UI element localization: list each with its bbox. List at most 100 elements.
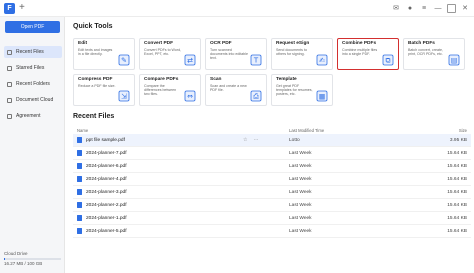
column-header-name[interactable]: Name	[77, 128, 88, 133]
tool-title: Template	[276, 77, 297, 82]
tool-description: Compare the differences between two file…	[144, 84, 177, 97]
table-row[interactable]: 2024-planner-1.pdf Last Week 15.64 KB	[73, 212, 471, 225]
sidebar-item-document-cloud[interactable]: Document Cloud	[4, 94, 62, 106]
tool-tile-edit[interactable]: Edit Edit texts and images in a file dire…	[73, 38, 135, 70]
tool-tile-request-esign[interactable]: Request eSign Send documents to others fo…	[271, 38, 333, 70]
more-icon[interactable]: ⋯	[253, 137, 258, 143]
tool-description: Edit texts and images in a file directly…	[78, 48, 113, 57]
tool-tile-compare-pdfs[interactable]: Compare PDFs Compare the differences betw…	[139, 74, 201, 106]
file-size: 3.95 KB	[449, 138, 467, 143]
menu-icon[interactable]: ≡	[419, 3, 429, 15]
tool-title: Scan	[210, 77, 222, 82]
sidebar-item-recent-files[interactable]: Recent Files	[4, 46, 62, 58]
file-name: 2024-planner-5.pdf	[86, 229, 127, 234]
tool-tile-convert-pdf[interactable]: Convert PDF Convert PDFs to Word, Excel, …	[139, 38, 201, 70]
open-pdf-button[interactable]: Open PDF	[5, 21, 60, 33]
maximize-icon[interactable]	[447, 4, 456, 13]
file-name: 2024-planner-7.pdf	[86, 151, 127, 156]
file-name: 2024-planner-1.pdf	[86, 216, 127, 221]
file-size: 15.64 KB	[447, 164, 467, 169]
app-window: F + ✉ ● ≡ — ✕ Open PDF Recent Files Star…	[0, 0, 474, 273]
tool-tile-scan[interactable]: Scan Scan and create a new PDF file. ⎙	[205, 74, 267, 106]
svg-text:⎙: ⎙	[253, 93, 259, 101]
svg-text:⧉: ⧉	[386, 57, 391, 65]
file-size: 15.64 KB	[447, 229, 467, 234]
star-icon	[7, 65, 12, 71]
storage-bar	[4, 258, 61, 260]
file-size: 15.64 KB	[447, 177, 467, 182]
new-tab-button[interactable]: +	[19, 2, 25, 14]
pdf-file-icon	[77, 202, 82, 208]
storage-bar-fill	[4, 258, 6, 260]
star-icon[interactable]: ☆	[243, 137, 247, 143]
recent-files-title: Recent Files	[73, 113, 115, 120]
table-row[interactable]: 2024-planner-3.pdf Last Week 15.64 KB	[73, 186, 471, 199]
message-icon[interactable]: ✉	[391, 3, 401, 15]
svg-text:▦: ▦	[319, 93, 326, 101]
row-actions: ☆ ⋯	[243, 137, 258, 143]
column-header-size[interactable]: Size	[459, 128, 467, 133]
scan-icon: ⎙	[250, 89, 262, 102]
file-name: ppt file sample.pdf	[86, 138, 125, 143]
agreement-icon	[7, 113, 12, 119]
file-name: 2024-planner-6.pdf	[86, 164, 127, 169]
file-size: 15.64 KB	[447, 190, 467, 195]
svg-text:⇄: ⇄	[187, 57, 193, 65]
close-icon[interactable]: ✕	[460, 3, 470, 15]
pdf-file-icon	[77, 215, 82, 221]
tool-description: Batch convert, create, print, OCR PDFs, …	[408, 48, 443, 57]
clock-icon	[7, 49, 12, 55]
pdf-file-icon	[77, 189, 82, 195]
sidebar: Open PDF Recent Files Starred Files Rece…	[0, 17, 65, 273]
file-modified-time: Last Week	[289, 164, 312, 169]
user-icon[interactable]: ●	[405, 3, 415, 15]
svg-text:⇲: ⇲	[121, 93, 127, 101]
tool-tile-batch-pdfs[interactable]: Batch PDFs Batch convert, create, print, …	[403, 38, 465, 70]
batch-icon: ▤	[448, 53, 460, 66]
svg-text:✎: ✎	[121, 57, 127, 65]
title-bar: F + ✉ ● ≡ — ✕	[0, 0, 474, 17]
tool-title: Batch PDFs	[408, 41, 435, 46]
quick-tools-grid: Edit Edit texts and images in a file dire…	[73, 38, 469, 106]
tool-description: Send documents to others for signing.	[276, 48, 307, 57]
template-icon: ▦	[316, 89, 328, 102]
esign-icon: ✍	[316, 53, 328, 66]
tool-title: Convert PDF	[144, 41, 174, 46]
tool-tile-template[interactable]: Template Get great PDF templates for resu…	[271, 74, 333, 106]
ocr-icon: T	[250, 53, 262, 66]
main-panel: Quick Tools Edit Edit texts and images in…	[66, 17, 474, 273]
file-size: 15.64 KB	[447, 216, 467, 221]
table-row[interactable]: 2024-planner-6.pdf Last Week 15.64 KB	[73, 160, 471, 173]
compare-icon: ⇔	[184, 89, 196, 102]
table-row[interactable]: 2024-planner-5.pdf Last Week 15.64 KB	[73, 225, 471, 238]
tool-title: Compress PDF	[78, 77, 113, 82]
file-size: 15.64 KB	[447, 203, 467, 208]
edit-icon: ✎	[118, 53, 130, 66]
sidebar-item-starred-files[interactable]: Starred Files	[4, 62, 62, 74]
column-header-time[interactable]: Last Modified Time	[289, 128, 324, 133]
table-row[interactable]: 2024-planner-4.pdf Last Week 15.64 KB	[73, 173, 471, 186]
table-row[interactable]: ppt file sample.pdf Lotto 3.95 KB ☆ ⋯	[73, 134, 471, 147]
tool-description: Combine multiple files into a single PDF…	[342, 48, 378, 57]
sidebar-item-label: Starred Files	[16, 65, 45, 71]
file-modified-time: Last Week	[289, 216, 312, 221]
pdf-file-icon	[77, 176, 82, 182]
combine-icon: ⧉	[382, 53, 394, 66]
tool-tile-combine-pdfs[interactable]: Combine PDFs Combine multiple files into …	[337, 38, 399, 70]
tool-description: Turn scanned documents into editable tex…	[210, 48, 248, 61]
tool-tile-compress-pdf[interactable]: Compress PDF Reduce a PDF file size. ⇲	[73, 74, 135, 106]
sidebar-item-agreement[interactable]: Agreement	[4, 110, 62, 122]
compress-icon: ⇲	[118, 89, 130, 102]
file-modified-time: Last Week	[289, 190, 312, 195]
tool-description: Get great PDF templates for resumes, pos…	[276, 84, 313, 97]
minimize-icon[interactable]: —	[433, 3, 443, 15]
table-row[interactable]: 2024-planner-2.pdf Last Week 15.64 KB	[73, 199, 471, 212]
tool-description: Scan and create a new PDF file.	[210, 84, 247, 93]
sidebar-item-recent-folders[interactable]: Recent Folders	[4, 78, 62, 90]
tool-tile-ocr-pdf[interactable]: OCR PDF Turn scanned documents into edita…	[205, 38, 267, 70]
svg-text:⇔: ⇔	[187, 93, 193, 101]
storage-label: Cloud Drive	[4, 251, 28, 256]
table-row[interactable]: 2024-planner-7.pdf Last Week 15.64 KB	[73, 147, 471, 160]
file-modified-time: Lotto	[289, 138, 300, 143]
svg-text:✍: ✍	[318, 57, 325, 65]
